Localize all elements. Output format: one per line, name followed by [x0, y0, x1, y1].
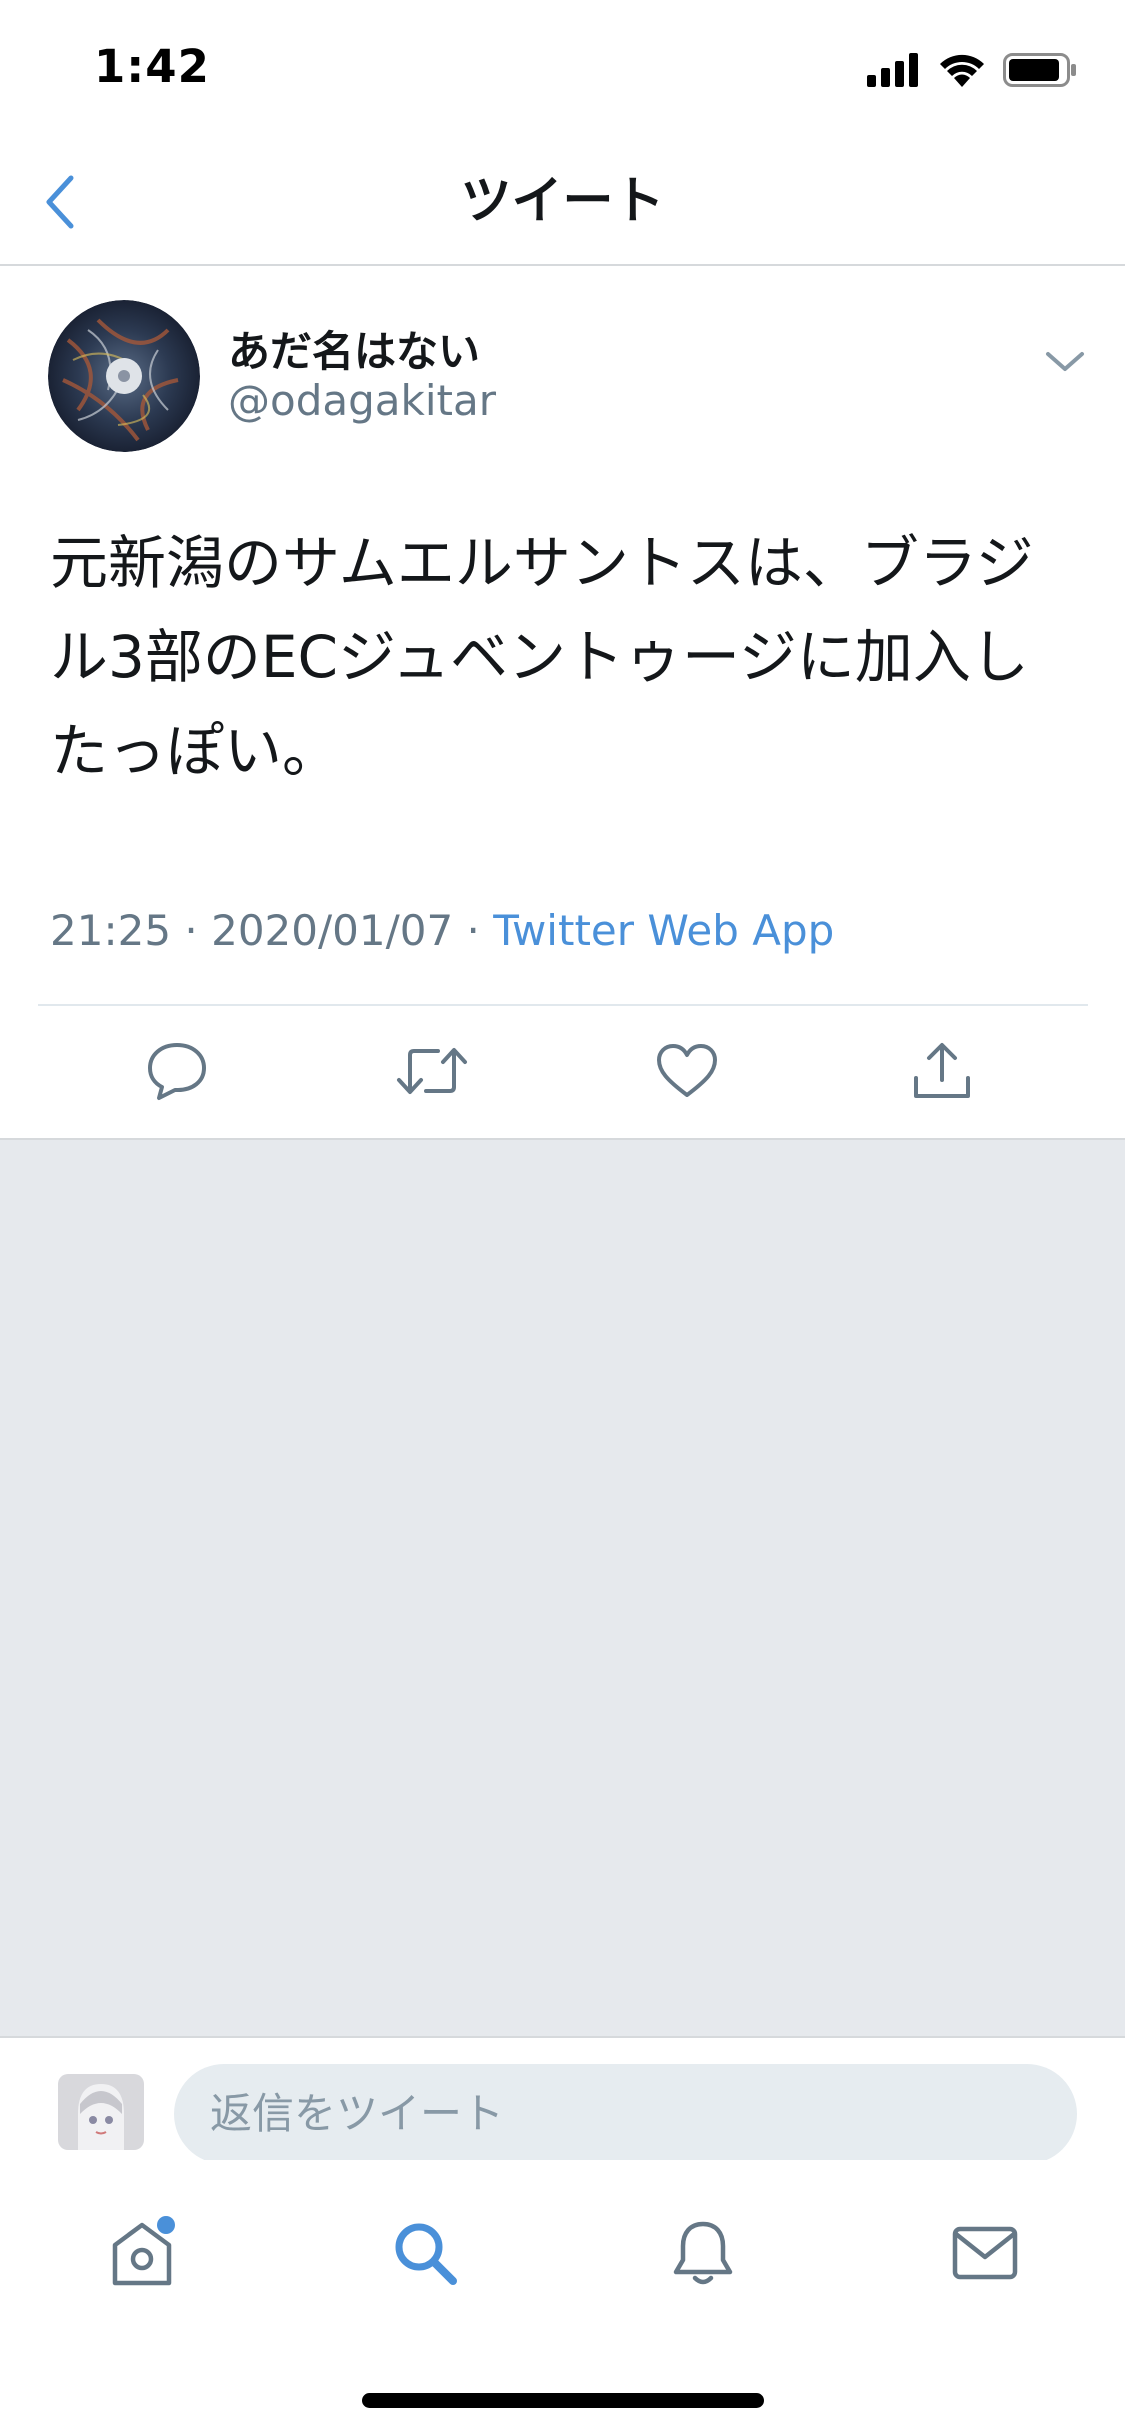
chevron-down-icon — [1046, 352, 1084, 371]
reply-placeholder: 返信をツイート — [210, 2089, 505, 2138]
avatar[interactable] — [58, 2074, 144, 2150]
retweet-button[interactable] — [392, 1036, 472, 1106]
empty-replies-area — [0, 1138, 1125, 2036]
my-profile-image — [58, 2074, 144, 2150]
notification-dot — [157, 2216, 175, 2234]
page-title: ツイート — [460, 172, 665, 231]
tweet-metadata: 21:25 · 2020/01/07 · Twitter Web App — [50, 906, 834, 955]
reply-input[interactable]: 返信をツイート — [174, 2064, 1077, 2164]
status-time: 1:42 — [94, 40, 210, 93]
share-icon — [914, 1043, 970, 1098]
cellular-signal-icon — [867, 53, 918, 87]
tab-search[interactable] — [380, 2208, 470, 2298]
reply-composer-bar: 返信をツイート — [0, 2036, 1125, 2164]
tweet-text: 元新潟のサムエルサントスは、ブラジル3部のECジュベントゥージに加入したっぽい。 — [50, 529, 1034, 785]
like-button[interactable] — [647, 1036, 727, 1106]
retweet-icon — [397, 1048, 467, 1094]
user-handle[interactable]: @odagakitar — [228, 376, 496, 425]
reply-button[interactable] — [137, 1036, 217, 1106]
meta-separator: · — [171, 906, 212, 955]
status-bar: 1:42 — [0, 0, 1125, 140]
chevron-left-icon — [46, 175, 74, 229]
more-options-button[interactable] — [1040, 342, 1090, 382]
search-icon — [395, 2223, 457, 2285]
tab-messages[interactable] — [940, 2208, 1030, 2298]
avatar[interactable] — [48, 300, 200, 452]
like-icon — [657, 1044, 717, 1097]
share-button[interactable] — [902, 1036, 982, 1106]
wifi-icon — [940, 54, 984, 87]
home-indicator[interactable] — [362, 2393, 764, 2408]
notifications-icon — [673, 2221, 733, 2285]
reply-icon — [148, 1043, 206, 1100]
tweet-source-link[interactable]: Twitter Web App — [493, 906, 834, 955]
tweet-actions — [0, 1006, 1125, 1136]
battery-icon — [1003, 53, 1076, 87]
messages-icon — [952, 2226, 1018, 2280]
tweet-detail: あだ名はない @odagakitar 元新潟のサムエルサントスは、ブラジル3部の… — [0, 266, 1125, 1138]
display-name[interactable]: あだ名はない — [228, 318, 480, 379]
tab-notifications[interactable] — [658, 2208, 748, 2298]
back-button[interactable] — [30, 164, 90, 240]
navigation-bar: ツイート — [0, 140, 1125, 266]
meta-separator: · — [453, 906, 494, 955]
tweet-time: 21:25 — [50, 906, 172, 955]
tweet-date: 2020/01/07 — [211, 906, 454, 955]
profile-image — [48, 300, 200, 452]
status-icons — [867, 50, 1077, 90]
